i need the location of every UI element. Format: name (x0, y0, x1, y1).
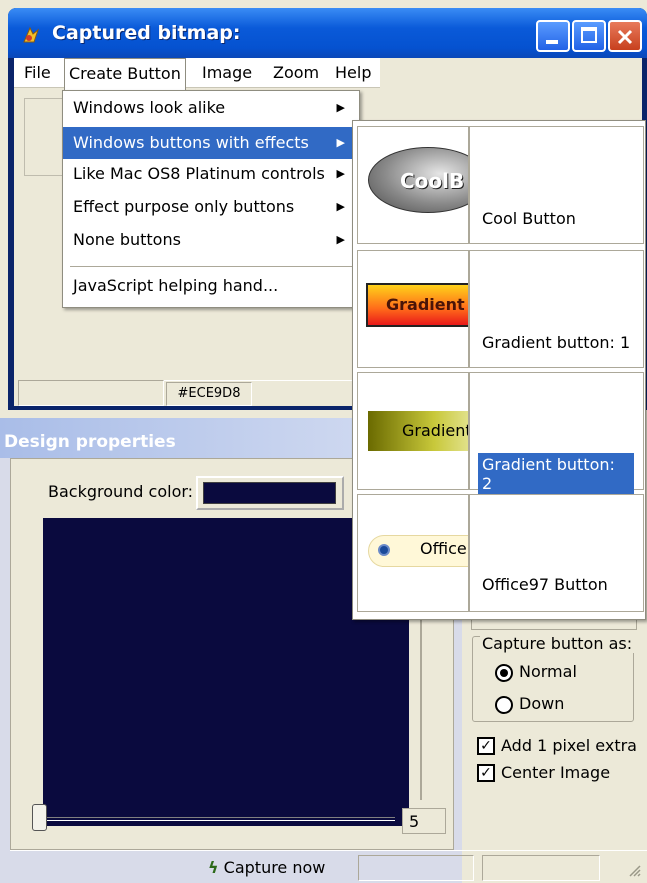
background-color-swatch (203, 482, 336, 504)
menu-item-label: Like Mac OS8 Platinum controls (73, 164, 325, 183)
minimize-button[interactable] (536, 20, 570, 52)
capture-now-label: Capture now (223, 858, 326, 877)
capture-as-label: Capture button as: (480, 634, 635, 653)
radio-down-label: Down (519, 694, 565, 713)
menu-item-javascript-helping-hand[interactable]: JavaScript helping hand... (63, 270, 359, 302)
submenu-arrow-icon: ▶ (336, 136, 345, 149)
maximize-button[interactable] (572, 20, 606, 52)
radio-down[interactable] (495, 696, 513, 714)
background-color-label: Background color: (48, 482, 194, 501)
radio-normal-label: Normal (519, 662, 577, 681)
status-cell (18, 380, 164, 406)
submenu-item-label: Gradient button: 2 (478, 453, 634, 495)
resize-grip-icon[interactable] (627, 863, 641, 877)
gradient-1-thumb-text: Gradient (386, 295, 465, 314)
submenu-arrow-icon: ▶ (336, 167, 345, 180)
gradient-2-preview: Gradient (358, 373, 470, 489)
submenu-arrow-icon: ▶ (336, 101, 345, 114)
menu-zoom[interactable]: Zoom (269, 58, 323, 88)
menu-item-label: Effect purpose only buttons (73, 197, 295, 216)
close-button[interactable] (608, 20, 642, 52)
submenu-arrow-icon: ▶ (336, 200, 345, 213)
checkbox-add-pixel[interactable]: ✓ (477, 737, 495, 755)
submenu-arrow-icon: ▶ (336, 233, 345, 246)
submenu-item-office97[interactable]: Office Office97 Button (357, 494, 644, 612)
status-color-value: #ECE9D8 (166, 382, 252, 406)
checkbox-center-image[interactable]: ✓ (477, 764, 495, 782)
office97-preview: Office (358, 495, 470, 611)
cool-button-thumb-text: CoolB (400, 169, 465, 193)
menu-item-effect-purpose[interactable]: Effect purpose only buttons ▶ (63, 191, 359, 223)
menu-item-label: JavaScript helping hand... (73, 276, 279, 295)
slider-value: 5 (402, 808, 446, 834)
window-title: Captured bitmap: (52, 22, 241, 44)
submenu-item-gradient-2[interactable]: Gradient Gradient button: 2 (357, 372, 644, 495)
close-icon (617, 29, 633, 45)
gradient-2-thumb-text: Gradient (402, 421, 470, 440)
radio-selected-dot (500, 669, 508, 677)
gradient-1-preview: Gradient (358, 251, 470, 367)
slider-thumb[interactable] (32, 804, 47, 831)
menu-item-label: Windows buttons with effects (73, 133, 309, 152)
menu-item-windows-buttons-effects[interactable]: Windows buttons with effects ▶ (63, 127, 359, 159)
checkbox-center-image-label: Center Image (501, 763, 611, 782)
slider-track[interactable] (45, 817, 395, 821)
menu-item-windows-look-alike[interactable]: Windows look alike ▶ (63, 92, 359, 124)
menu-help[interactable]: Help (331, 58, 375, 88)
status-cell (358, 855, 474, 881)
lightning-icon: ϟ (208, 858, 219, 877)
menu-item-none-buttons[interactable]: None buttons ▶ (63, 224, 359, 256)
menu-item-label: Windows look alike (73, 98, 226, 117)
office97-thumb-text: Office (420, 539, 467, 558)
submenu-item-label: Cool Button (482, 209, 576, 228)
status-cell (482, 855, 600, 881)
menu-separator (70, 266, 352, 267)
capture-now-button[interactable]: ϟ Capture now (208, 858, 325, 877)
radio-normal[interactable] (495, 664, 513, 682)
checkbox-add-pixel-label: Add 1 pixel extra (501, 736, 637, 755)
menu-item-label: None buttons (73, 230, 181, 249)
submenu-item-gradient-1[interactable]: Gradient Gradient button: 1 (357, 250, 644, 368)
office97-radio-icon (378, 544, 390, 556)
menu-image[interactable]: Image (198, 58, 256, 88)
menu-create-button[interactable]: Create Button (64, 58, 186, 90)
app-icon (23, 26, 40, 43)
menu-item-mac-os8[interactable]: Like Mac OS8 Platinum controls ▶ (63, 158, 359, 190)
design-window-title: Design properties (4, 432, 176, 452)
submenu-item-cool-button[interactable]: CoolB Cool Button (357, 126, 644, 244)
maximize-icon (581, 27, 597, 43)
minimize-icon (546, 40, 558, 44)
menu-file[interactable]: File (20, 58, 55, 88)
menu-bar-filler (380, 58, 642, 88)
submenu-item-label: Gradient button: 1 (482, 333, 631, 352)
submenu-item-label: Office97 Button (482, 575, 608, 594)
cool-button-preview: CoolB (358, 127, 470, 243)
